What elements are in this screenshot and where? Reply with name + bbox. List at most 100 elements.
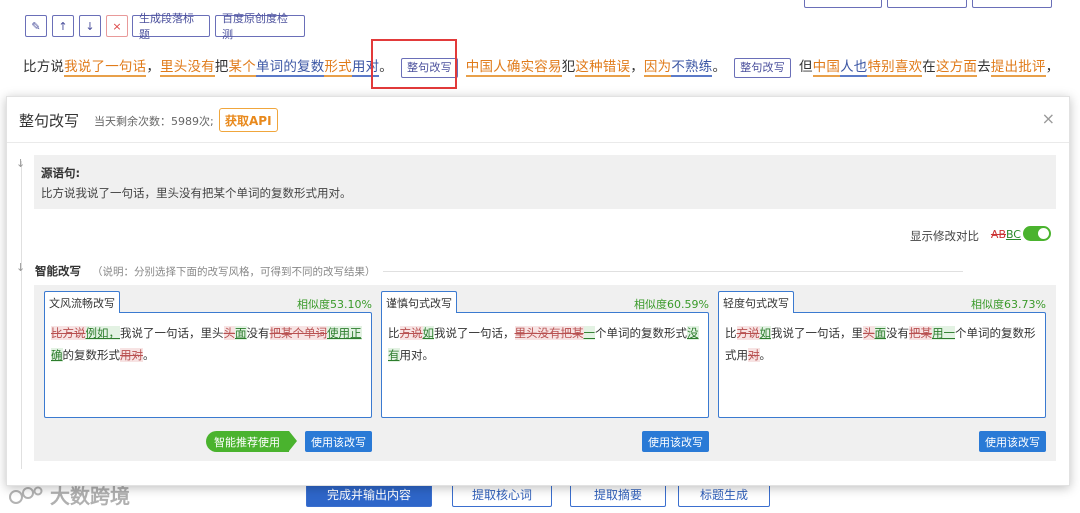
word[interactable]: 把 bbox=[215, 59, 229, 75]
diff-inserted: 一 bbox=[583, 326, 595, 340]
diff-toggle-label: 显示修改对比 bbox=[910, 229, 979, 243]
diff-same: 没有 bbox=[886, 326, 909, 340]
close-icon[interactable]: × bbox=[1042, 109, 1055, 128]
rewrite-sentence-button-2[interactable]: 整句改写 bbox=[734, 58, 791, 78]
word[interactable]: 特别喜欢 bbox=[867, 59, 923, 77]
rewrite-modal: 整句改写 当天剩余次数：5989次; 获取API × ↓ ↓ 源语句: 比方说我… bbox=[6, 96, 1070, 486]
diff-deleted: 头 bbox=[223, 326, 235, 340]
rewrite-result-light[interactable]: 比方说如我说了一句话，里头面没有把某用一个单词的复数形式用对。 bbox=[718, 312, 1046, 418]
delete-icon-button[interactable]: × bbox=[106, 15, 128, 37]
diff-same: 我说了一句话， bbox=[434, 326, 515, 340]
diff-toggle-switch[interactable] bbox=[1023, 226, 1051, 241]
source-sentence-box: 源语句: 比方说我说了一句话，里头没有把某个单词的复数形式用对。 bbox=[34, 155, 1056, 209]
punct: ， bbox=[630, 59, 644, 75]
diff-deleted: 头 bbox=[863, 326, 875, 340]
rewrite-result-fluent[interactable]: 比方说例如，我说了一句话，里头头面没有把某个单词使用正确的复数形式用对。 bbox=[44, 312, 372, 418]
rewrite-result-careful[interactable]: 比方说如我说了一句话，里头没有把某一个单词的复数形式没有用对。 bbox=[381, 312, 709, 418]
word[interactable]: 这方面 bbox=[935, 59, 978, 77]
word[interactable]: 我说了 bbox=[64, 59, 106, 77]
top-button-cut-3[interactable] bbox=[972, 0, 1052, 8]
top-button-cut-1[interactable] bbox=[804, 0, 882, 8]
punct: ， bbox=[146, 59, 161, 75]
logo-icon bbox=[8, 483, 44, 507]
source-text: 比方说我说了一句话，里头没有把某个单词的复数形式用对。 bbox=[41, 186, 352, 200]
word[interactable]: 容易 bbox=[534, 59, 562, 77]
rewrite-card-careful: 谨慎句式改写 相似度60.59% 比方说如我说了一句话，里头没有把某一个单词的复… bbox=[381, 291, 709, 421]
diff-same: 对。 bbox=[411, 348, 434, 362]
timeline-arrow-icon: ↓ bbox=[16, 157, 26, 170]
diff-ab-sample: AB bbox=[990, 228, 1006, 241]
word[interactable]: 单词的复数 bbox=[255, 59, 325, 77]
use-rewrite-button-fluent[interactable]: 使用该改写 bbox=[305, 431, 372, 452]
diff-same: 我说了一句话，里 bbox=[771, 326, 863, 340]
word: 一句话 bbox=[105, 59, 147, 77]
word[interactable]: 形式 bbox=[324, 59, 352, 77]
get-api-button[interactable]: 获取API bbox=[219, 108, 278, 132]
word[interactable]: 中国 bbox=[812, 59, 841, 77]
word[interactable]: 去 bbox=[977, 59, 991, 75]
toggle-knob bbox=[1038, 228, 1049, 239]
word[interactable]: 这种错误 bbox=[575, 59, 631, 77]
word[interactable]: 因为 bbox=[643, 59, 672, 77]
word[interactable]: 不熟练 bbox=[671, 59, 713, 77]
word[interactable]: 犯 bbox=[562, 59, 576, 75]
diff-same: 。 bbox=[759, 348, 772, 362]
similarity-score: 相似度63.73% bbox=[971, 298, 1046, 311]
timeline-arrow-icon: ↓ bbox=[16, 261, 26, 274]
diff-inserted: 用一 bbox=[932, 326, 955, 340]
move-down-icon-button[interactable]: ↓ bbox=[79, 15, 101, 37]
diff-same: 个单词的复数形式 bbox=[595, 326, 687, 340]
diff-deleted: 比方说 bbox=[51, 326, 86, 340]
diff-inserted: 如 bbox=[422, 326, 434, 340]
edit-icon-button[interactable]: ✎ bbox=[25, 15, 47, 37]
tab-light[interactable]: 轻度句式改写 bbox=[718, 291, 794, 313]
word[interactable]: 某个 bbox=[228, 59, 256, 77]
use-rewrite-button-light[interactable]: 使用该改写 bbox=[979, 431, 1046, 452]
smart-rewrite-label: 智能改写 bbox=[35, 264, 81, 278]
word[interactable]: 里头 bbox=[160, 59, 188, 77]
diff-bc-sample: BC bbox=[1005, 228, 1021, 241]
diff-same: 我说了一句话，里头 bbox=[120, 326, 224, 340]
diff-inserted: 面 bbox=[235, 326, 247, 340]
tab-careful[interactable]: 谨慎句式改写 bbox=[381, 291, 457, 313]
baidu-originality-button[interactable]: 百度原创度检测 bbox=[215, 12, 305, 41]
diff-deleted: 方说 bbox=[399, 326, 423, 340]
rewrite-card-light: 轻度句式改写 相似度63.73% 比方说如我说了一句话，里头面没有把某用一个单词… bbox=[718, 291, 1046, 421]
modal-title: 整句改写 bbox=[19, 112, 80, 130]
rewrite-card-fluent: 文风流畅改写 相似度53.10% 比方说例如，我说了一句话，里头头面没有把某个单… bbox=[44, 291, 372, 421]
diff-deleted: 里头没有把某 bbox=[514, 326, 584, 340]
diff-inserted: 如 bbox=[759, 326, 771, 340]
diff-same: 的复数形式 bbox=[62, 348, 121, 362]
source-label: 源语句: bbox=[41, 166, 81, 180]
word[interactable]: 比方说 bbox=[23, 59, 64, 75]
word[interactable]: 但 bbox=[799, 59, 813, 75]
editor-sentence: 比方说我说了一句话，里头没有把某个单词的复数形式用对。 整句改写 中国人确实容易犯这… bbox=[23, 56, 1059, 78]
word[interactable]: 人也 bbox=[840, 59, 868, 77]
generate-title-button[interactable]: 生成段落标题 bbox=[132, 12, 210, 41]
word[interactable]: 在 bbox=[922, 59, 936, 75]
use-rewrite-button-careful[interactable]: 使用该改写 bbox=[642, 431, 709, 452]
similarity-score: 相似度53.10% bbox=[297, 298, 372, 311]
bottom-action-bar: 完成并输出内容 提取核心词 提取摘要 标题生成 bbox=[0, 482, 1080, 513]
word[interactable]: 中国人 bbox=[465, 59, 507, 77]
modal-header: 整句改写 当天剩余次数：5989次; 获取API × bbox=[7, 97, 1069, 143]
diff-deleted: 用对 bbox=[120, 348, 143, 362]
diff-same: 比 bbox=[388, 326, 400, 340]
top-button-cut-2[interactable] bbox=[887, 0, 967, 8]
word[interactable]: 没有 bbox=[187, 59, 215, 77]
word[interactable]: 提出批评 bbox=[990, 59, 1046, 77]
tab-fluent[interactable]: 文风流畅改写 bbox=[44, 291, 120, 313]
rewrite-options-area: 文风流畅改写 相似度53.10% 比方说例如，我说了一句话，里头头面没有把某个单… bbox=[34, 285, 1056, 461]
diff-deleted: 方说 bbox=[736, 326, 760, 340]
diff-inserted: 例如， bbox=[85, 326, 120, 340]
diff-deleted: 把某个单词 bbox=[269, 326, 327, 340]
word[interactable]: 确实 bbox=[506, 59, 535, 77]
diff-deleted: 对 bbox=[748, 348, 760, 362]
diff-same: 没有 bbox=[246, 326, 270, 340]
diff-inserted: 面 bbox=[874, 326, 886, 340]
highlight-box bbox=[371, 39, 457, 89]
move-up-icon-button[interactable]: ↑ bbox=[52, 15, 74, 37]
diff-same: 用 bbox=[399, 348, 412, 362]
diff-same: 。 bbox=[143, 348, 155, 362]
timeline-line bbox=[21, 161, 22, 469]
